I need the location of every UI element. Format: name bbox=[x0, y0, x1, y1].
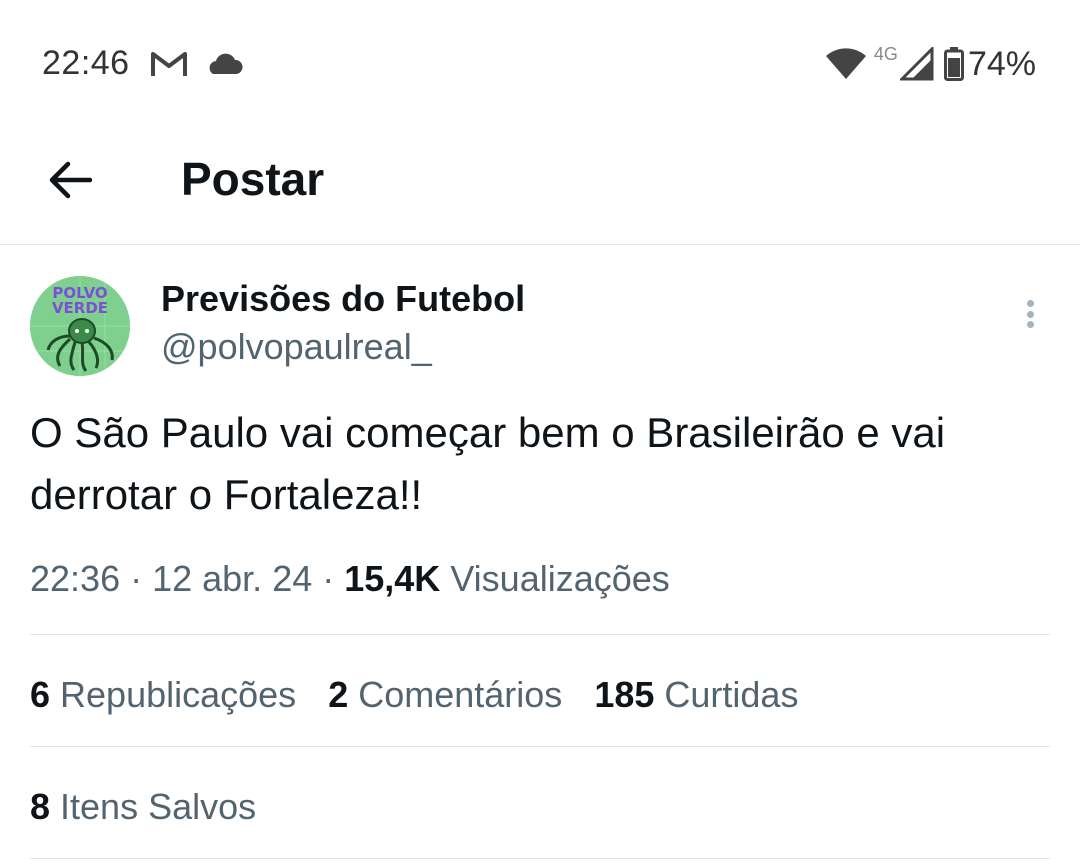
author-name[interactable]: Previsões do Futebol bbox=[161, 278, 525, 320]
gmail-icon bbox=[151, 52, 187, 76]
status-right: 4G 74% bbox=[824, 44, 1036, 84]
likes-count: 185 bbox=[594, 674, 655, 715]
saved-label: Itens Salvos bbox=[50, 786, 257, 827]
arrow-left-icon bbox=[49, 161, 92, 199]
reposts-stat[interactable]: 6 Republicações bbox=[30, 674, 296, 716]
dot-icon bbox=[1026, 300, 1034, 307]
wifi-icon bbox=[825, 48, 866, 79]
post-date: 12 abr. 24 bbox=[152, 558, 313, 599]
page-title: Postar bbox=[181, 153, 325, 205]
engagement-stats: 6 Republicações 2 Comentários 185 Curtid… bbox=[30, 674, 830, 716]
post-text: O São Paulo vai começar bem o Brasileirã… bbox=[30, 409, 946, 518]
back-button[interactable] bbox=[44, 154, 96, 206]
author-handle[interactable]: @polvopaulreal_ bbox=[161, 326, 432, 368]
network-type: 4G bbox=[873, 43, 898, 64]
post-time: 22:36 bbox=[30, 558, 121, 599]
views-label: Visualizações bbox=[440, 558, 670, 599]
avatar-octopus-image: POLVO VERDE bbox=[30, 276, 130, 376]
svg-text:VERDE: VERDE bbox=[52, 299, 108, 317]
status-time: 22:46 bbox=[42, 44, 130, 82]
meta-separator: · bbox=[312, 558, 345, 599]
status-bar: 22:46 4G 74% bbox=[0, 0, 1080, 120]
likes-label: Curtidas bbox=[654, 674, 799, 715]
divider bbox=[30, 746, 1050, 747]
avatar[interactable]: POLVO VERDE bbox=[30, 276, 130, 376]
likes-stat[interactable]: 185 Curtidas bbox=[594, 674, 798, 716]
post-meta: 22:36 · 12 abr. 24 · 15,4K Visualizações bbox=[30, 558, 670, 600]
top-app-bar: Postar bbox=[0, 120, 1080, 245]
divider bbox=[30, 634, 1050, 635]
signal-icon bbox=[899, 47, 934, 81]
comments-label: Comentários bbox=[348, 674, 563, 715]
reposts-count: 6 bbox=[30, 674, 51, 715]
more-options-button[interactable] bbox=[1010, 294, 1050, 334]
cloud-icon bbox=[209, 53, 243, 74]
battery-icon bbox=[943, 47, 964, 81]
dot-icon bbox=[1026, 310, 1034, 318]
meta-separator: · bbox=[120, 558, 153, 599]
comments-stat[interactable]: 2 Comentários bbox=[328, 674, 562, 716]
dot-icon bbox=[1026, 321, 1034, 328]
reposts-label: Republicações bbox=[50, 674, 297, 715]
saved-count: 8 bbox=[30, 786, 51, 827]
views-count: 15,4K bbox=[344, 558, 441, 599]
divider bbox=[30, 858, 1050, 859]
saved-stat[interactable]: 8 Itens Salvos bbox=[30, 786, 256, 828]
comments-count: 2 bbox=[328, 674, 349, 715]
battery-percent: 74% bbox=[967, 44, 1036, 83]
